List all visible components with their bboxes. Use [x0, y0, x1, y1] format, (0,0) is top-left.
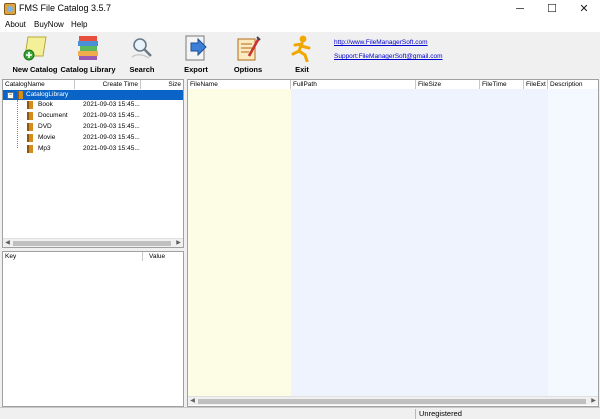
export-icon: [185, 35, 207, 61]
registration-status: Unregistered: [415, 409, 600, 419]
new-catalog-icon: [23, 36, 47, 61]
file-list-panel: FileName FullPath FileSize FileTime File…: [187, 79, 599, 407]
website-link[interactable]: http://www.FileManagerSoft.com: [334, 39, 428, 46]
fullpath-column-fill: [291, 89, 548, 396]
menu-bar: About BuyNow Help: [0, 18, 600, 32]
tree-horizontal-scrollbar[interactable]: ◀ ▶: [3, 238, 183, 247]
tree-root[interactable]: − CatalogLibrary: [3, 90, 183, 100]
col-filename[interactable]: FileName: [188, 80, 291, 89]
status-bar: Unregistered: [0, 407, 600, 419]
catalog-library-label: Catalog Library: [60, 65, 116, 74]
exit-button[interactable]: Exit: [284, 32, 320, 77]
tree-item-label: Movie: [38, 134, 56, 141]
options-button[interactable]: Options: [228, 32, 268, 77]
search-button[interactable]: Search: [122, 32, 162, 77]
catalog-library-button[interactable]: Catalog Library: [60, 32, 116, 77]
options-icon: [237, 36, 261, 61]
scroll-left-icon[interactable]: ◀: [3, 239, 12, 248]
new-catalog-label: New Catalog: [12, 65, 58, 74]
tree-item-time: 2021-09-03 15:45...: [83, 112, 140, 119]
support-email-link[interactable]: Support:FileManagerSoft@gmail.com: [334, 53, 442, 60]
search-label: Search: [129, 65, 155, 74]
toolbar: New Catalog Catalog Library Search Expor…: [0, 32, 600, 77]
col-create-time[interactable]: Create Time: [75, 80, 141, 89]
tree-item-time: 2021-09-03 15:45...: [83, 134, 140, 141]
scroll-thumb[interactable]: [198, 399, 586, 404]
tree-item[interactable]: Document 2021-09-03 15:45...: [3, 111, 183, 121]
col-key[interactable]: Key: [3, 252, 143, 261]
col-size[interactable]: Size: [141, 80, 183, 89]
tree-item-label: Mp3: [38, 145, 51, 152]
menu-about[interactable]: About: [5, 20, 26, 29]
collapse-icon[interactable]: −: [7, 92, 14, 99]
catalog-icon: [27, 145, 33, 153]
properties-panel: Key Value: [2, 251, 184, 407]
scroll-left-icon[interactable]: ◀: [188, 397, 197, 406]
tree-item-label: DVD: [38, 123, 52, 130]
tree-item-time: 2021-09-03 15:45...: [83, 123, 140, 130]
catalog-icon: [27, 123, 33, 131]
tree-item-label: Document: [38, 112, 68, 119]
col-description[interactable]: Description: [548, 80, 598, 89]
col-fullpath[interactable]: FullPath: [291, 80, 416, 89]
window-title: FMS File Catalog 3.5.7: [19, 3, 112, 13]
menu-help[interactable]: Help: [71, 20, 87, 29]
description-column-fill: [548, 89, 598, 396]
export-label: Export: [184, 65, 208, 74]
filename-column-fill: [188, 89, 291, 396]
title-bar: FMS File Catalog 3.5.7 ─ ☐ ✕: [0, 0, 600, 18]
menu-buynow[interactable]: BuyNow: [34, 20, 64, 29]
col-fileext[interactable]: FileExt: [524, 80, 548, 89]
tree-item[interactable]: Movie 2021-09-03 15:45...: [3, 133, 183, 143]
tree-item-time: 2021-09-03 15:45...: [83, 145, 140, 152]
catalog-icon: [27, 134, 33, 142]
search-icon: [131, 38, 152, 59]
col-value[interactable]: Value: [143, 252, 183, 261]
col-filetime[interactable]: FileTime: [480, 80, 524, 89]
col-catalog-name[interactable]: CatalogName: [3, 80, 75, 89]
file-list-horizontal-scrollbar[interactable]: ◀ ▶: [188, 396, 598, 405]
export-button[interactable]: Export: [178, 32, 214, 77]
tree-item[interactable]: DVD 2021-09-03 15:45...: [3, 122, 183, 132]
tree-item-label: Book: [38, 101, 53, 108]
exit-icon: [291, 35, 311, 62]
minimize-button[interactable]: ─: [504, 0, 536, 18]
catalog-library-icon: [17, 91, 23, 99]
catalog-icon: [27, 101, 33, 109]
col-filesize[interactable]: FileSize: [416, 80, 480, 89]
options-label: Options: [233, 65, 263, 74]
app-icon: [4, 3, 16, 15]
books-icon: [78, 36, 98, 60]
new-catalog-button[interactable]: New Catalog: [10, 32, 60, 77]
tree-item[interactable]: Book 2021-09-03 15:45...: [3, 100, 183, 110]
tree-item-time: 2021-09-03 15:45...: [83, 101, 140, 108]
maximize-button[interactable]: ☐: [536, 0, 568, 18]
exit-label: Exit: [295, 65, 309, 74]
close-button[interactable]: ✕: [568, 0, 600, 18]
scroll-right-icon[interactable]: ▶: [174, 239, 183, 248]
tree-item[interactable]: Mp3 2021-09-03 15:45...: [3, 144, 183, 154]
scroll-thumb[interactable]: [13, 241, 171, 246]
scroll-right-icon[interactable]: ▶: [589, 397, 598, 406]
catalog-tree-panel: CatalogName Create Time Size − CatalogLi…: [2, 79, 184, 248]
tree-root-label: CatalogLibrary: [26, 91, 69, 98]
catalog-icon: [27, 112, 33, 120]
